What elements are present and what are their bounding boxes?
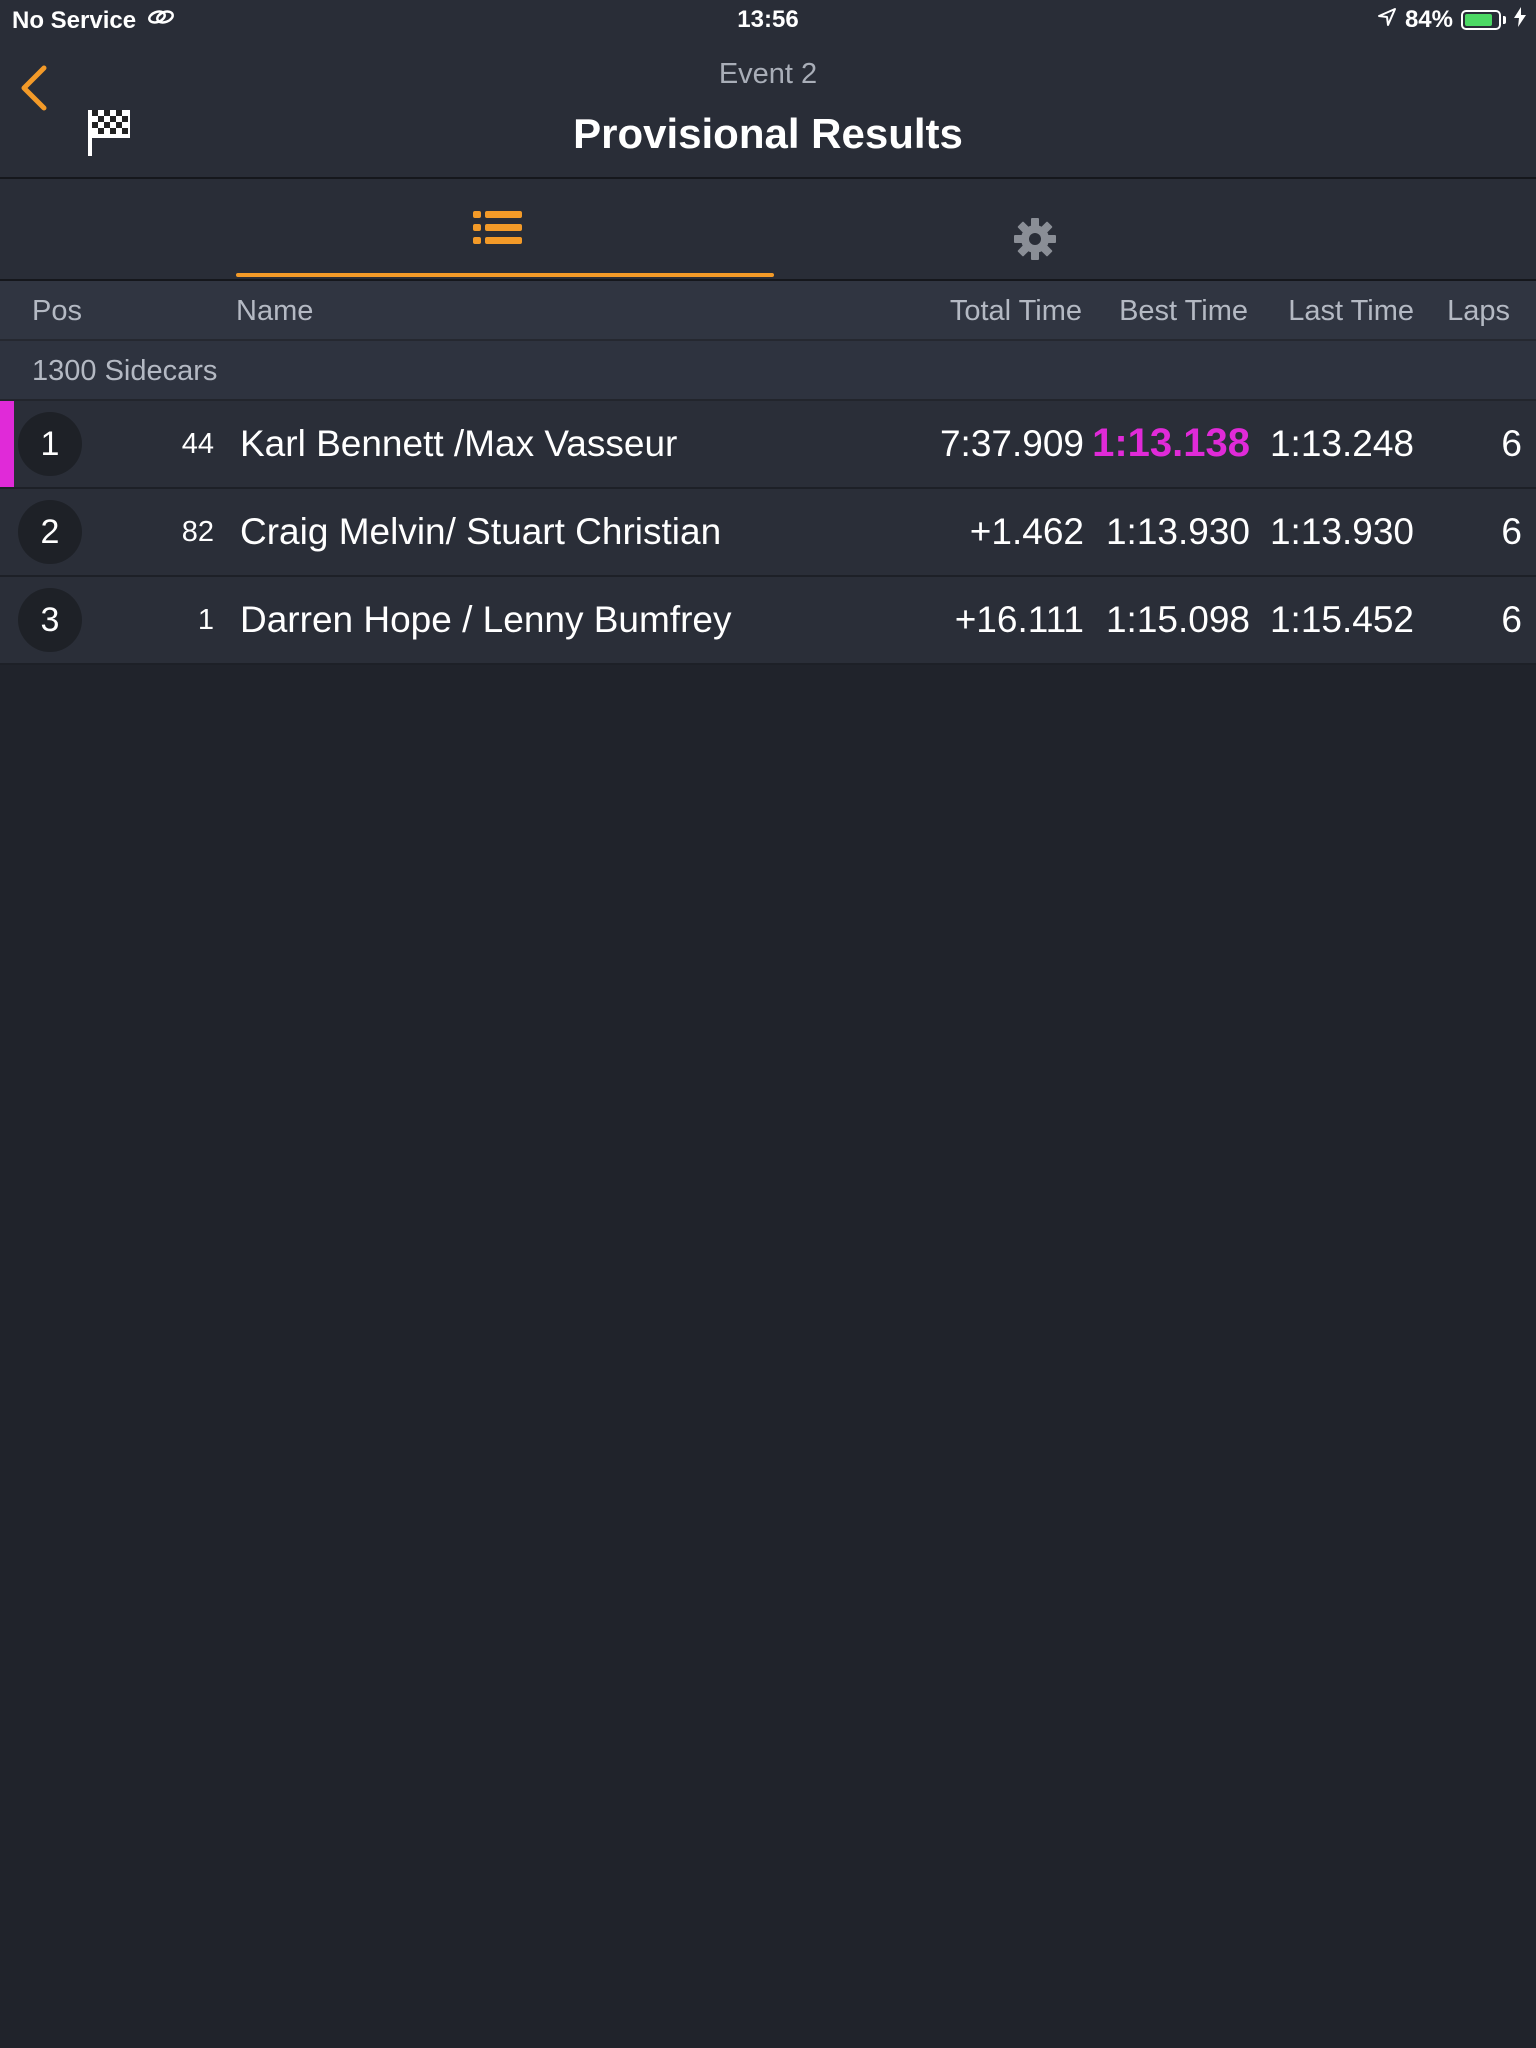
event-subtitle: Event 2 <box>718 58 818 90</box>
results-list: 1 44 Karl Bennett /Max Vasseur 7:37.909 … <box>0 401 1536 665</box>
class-group-label: 1300 Sidecars <box>32 355 218 387</box>
col-pos: Pos <box>32 295 82 327</box>
position-badge: 2 <box>18 500 82 564</box>
laps: 6 <box>1501 599 1522 640</box>
charging-bolt-icon <box>1514 6 1526 34</box>
result-row[interactable]: 2 82 Craig Melvin/ Stuart Christian +1.4… <box>0 489 1536 577</box>
status-bar: No Service 13:56 84% <box>0 0 1536 40</box>
tab-selected-indicator <box>236 273 774 277</box>
segmented-tab-bar <box>0 179 1536 281</box>
best-time: 1:15.098 <box>1105 599 1250 640</box>
col-name: Name <box>236 295 314 327</box>
laps: 6 <box>1501 423 1522 464</box>
fastest-lap-marker <box>0 401 14 487</box>
position-badge: 1 <box>18 412 82 476</box>
results-column-header: Pos Name Total Time Best Time Last Time … <box>0 281 1536 341</box>
tab-settings[interactable] <box>774 179 1298 279</box>
col-total-time: Total Time <box>949 295 1082 327</box>
status-right: 84% <box>1377 6 1526 34</box>
position-badge: 3 <box>18 588 82 652</box>
total-time: +16.111 <box>954 599 1084 640</box>
best-time: 1:13.930 <box>1105 511 1250 552</box>
total-time: +1.462 <box>969 511 1084 552</box>
total-time: 7:37.909 <box>939 423 1084 464</box>
competitor-name: Craig Melvin/ Stuart Christian <box>240 511 722 552</box>
status-time: 13:56 <box>737 6 799 33</box>
battery-percent: 84% <box>1404 6 1453 33</box>
best-time: 1:13.138 <box>1092 421 1250 465</box>
app-root: No Service 13:56 84% Event 2 Provisional… <box>0 0 1536 2048</box>
col-best-time: Best Time <box>1119 295 1248 327</box>
tab-results-list[interactable] <box>236 179 774 279</box>
result-row[interactable]: 1 44 Karl Bennett /Max Vasseur 7:37.909 … <box>0 401 1536 489</box>
competitor-name: Karl Bennett /Max Vasseur <box>240 423 678 464</box>
col-laps: Laps <box>1447 295 1510 327</box>
gear-icon <box>1014 218 1056 260</box>
list-icon <box>473 211 522 244</box>
battery-cap <box>1503 16 1506 24</box>
class-group-header: 1300 Sidecars <box>0 341 1536 401</box>
laps: 6 <box>1501 511 1522 552</box>
race-number: 44 <box>181 428 214 460</box>
location-arrow-icon <box>1377 6 1397 34</box>
battery-fill <box>1465 14 1492 26</box>
navigation-header: No Service 13:56 84% Event 2 Provisional… <box>0 0 1536 179</box>
battery-icon <box>1461 10 1501 30</box>
col-last-time: Last Time <box>1288 295 1414 327</box>
page-title: Provisional Results <box>573 110 963 157</box>
last-time: 1:15.452 <box>1269 599 1414 640</box>
result-row[interactable]: 3 1 Darren Hope / Lenny Bumfrey +16.111 … <box>0 577 1536 665</box>
last-time: 1:13.930 <box>1269 511 1414 552</box>
last-time: 1:13.248 <box>1269 423 1414 464</box>
race-number: 1 <box>197 604 214 636</box>
competitor-name: Darren Hope / Lenny Bumfrey <box>240 599 732 640</box>
race-number: 82 <box>181 516 214 548</box>
